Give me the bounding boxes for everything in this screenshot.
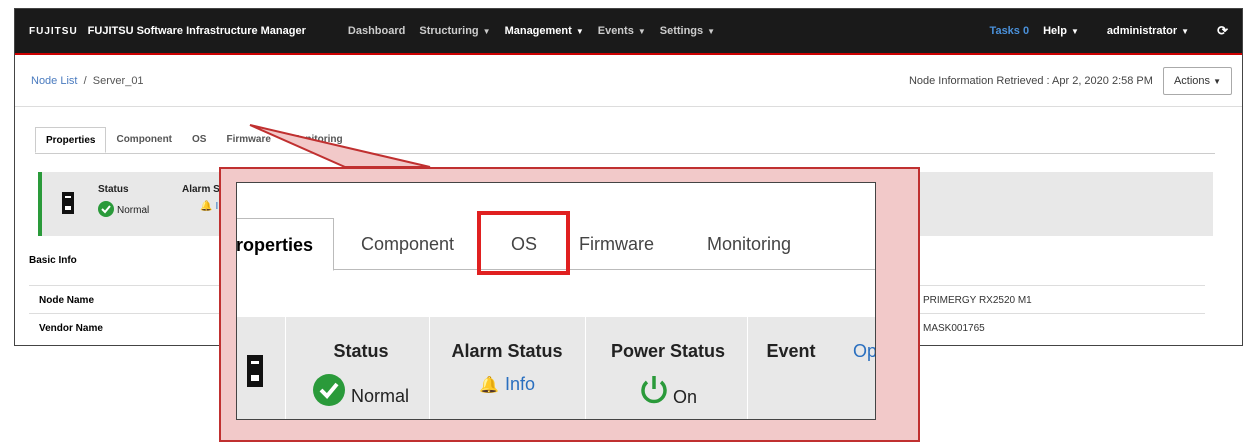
zoom-extra-column: Op [845, 341, 875, 362]
alarm-value: Info [504, 374, 535, 394]
divider [747, 317, 748, 419]
power-value: On [672, 387, 697, 407]
zoom-status-strip: Status Normal Alarm Status 🔔 Info Power … [237, 317, 875, 419]
check-circle-icon [312, 374, 345, 411]
zoom-panel: roperties Component OS Firmware Monitori… [236, 182, 876, 420]
os-highlight-box [477, 211, 570, 275]
status-label: Status [333, 341, 389, 361]
alarm-label: Alarm Status [451, 341, 563, 361]
extra-label[interactable]: Op [845, 341, 875, 362]
divider [585, 317, 586, 419]
divider [285, 317, 286, 419]
divider [429, 317, 430, 419]
server-icon [247, 355, 263, 392]
zoom-tab-component[interactable]: Component [361, 234, 454, 255]
figure: FUJITSU FUJITSU Software Infrastructure … [0, 0, 1254, 443]
zoom-status-column: Status Normal [297, 341, 425, 411]
zoom-alarm-column: Alarm Status 🔔 Info [437, 341, 577, 395]
status-value: Normal [350, 386, 409, 406]
power-icon [639, 374, 669, 411]
power-label: Power Status [610, 341, 726, 361]
zoom-tab-properties[interactable]: roperties [237, 218, 335, 271]
zoom-tab-firmware[interactable]: Firmware [579, 234, 654, 255]
event-label: Event [766, 341, 816, 361]
zoom-power-column: Power Status On [593, 341, 743, 411]
zoom-event-column: Event [761, 341, 821, 362]
bell-icon: 🔔 [479, 376, 499, 394]
zoom-tab-monitoring[interactable]: Monitoring [707, 234, 791, 255]
